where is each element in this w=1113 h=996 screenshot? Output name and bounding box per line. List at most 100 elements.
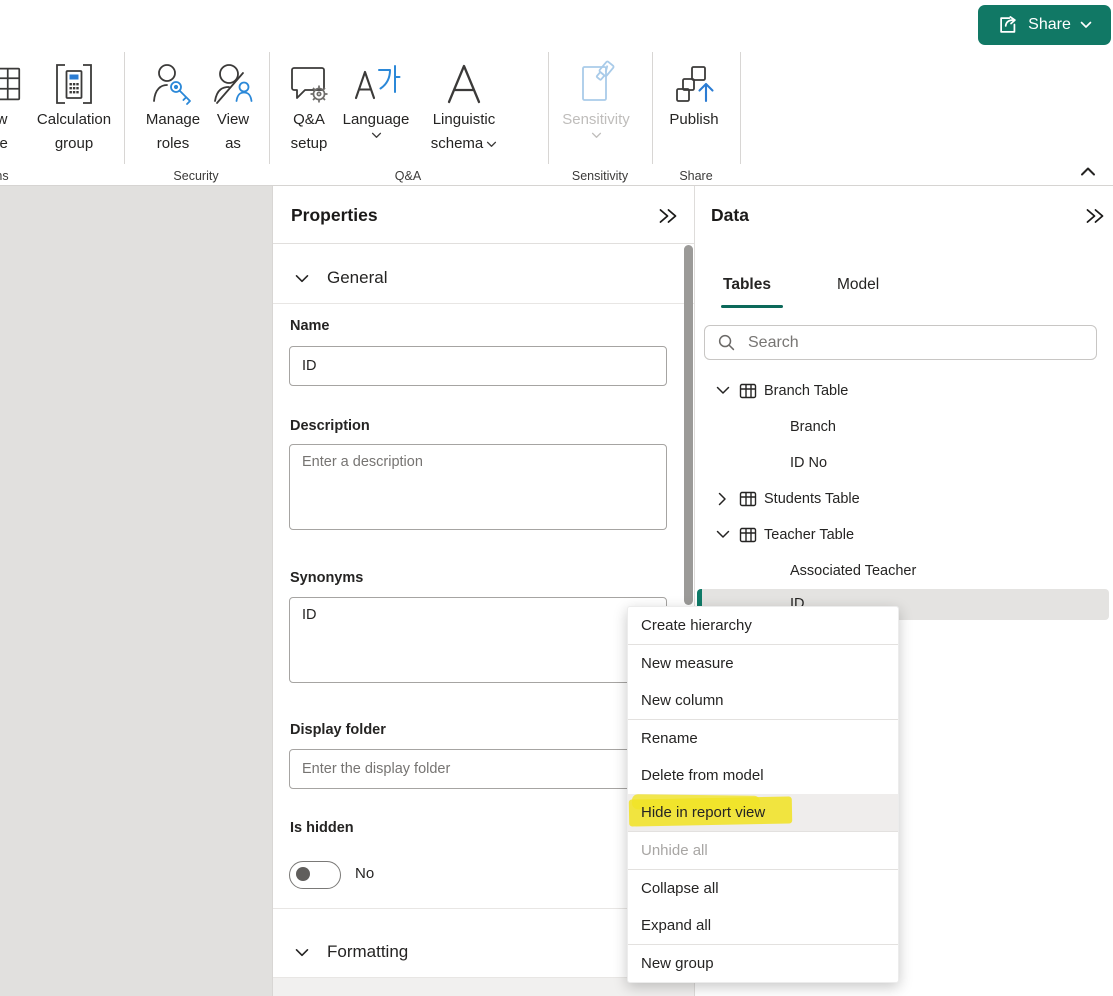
- ribbon-button-label: Q&A: [291, 108, 328, 132]
- menu-item-delete-from-model[interactable]: Delete from model: [628, 757, 898, 794]
- ribbon-button-linguistic-schema[interactable]: Linguistic schema: [416, 50, 512, 166]
- search-input[interactable]: [746, 333, 1096, 353]
- chevron-down-icon[interactable]: [716, 384, 730, 397]
- menu-item-label: Expand all: [641, 917, 711, 934]
- ribbon-button-view-as[interactable]: View as: [206, 50, 260, 166]
- is-hidden-toggle[interactable]: [289, 861, 341, 889]
- synonyms-field-label: Synonyms: [290, 570, 363, 586]
- table-icon: [739, 382, 757, 400]
- chevron-down-icon[interactable]: [716, 528, 730, 541]
- ribbon-group-divider: [652, 52, 653, 164]
- tree-item-id-no[interactable]: ID No: [695, 445, 1109, 481]
- ribbon-button-language[interactable]: Language: [340, 50, 412, 166]
- chevron-down-icon: [343, 132, 410, 139]
- name-field-label: Name: [290, 318, 330, 334]
- menu-item-expand-all[interactable]: Expand all: [628, 907, 898, 944]
- share-button[interactable]: Share: [978, 5, 1111, 45]
- collapse-panel-icon[interactable]: [657, 208, 679, 224]
- menu-item-label: New column: [641, 692, 724, 709]
- ribbon-button-publish[interactable]: Publish: [656, 50, 732, 166]
- section-header-label: Formatting: [327, 942, 408, 962]
- table-icon: [739, 526, 757, 544]
- menu-item-new-group[interactable]: New group: [628, 945, 898, 982]
- menu-item-label: Delete from model: [641, 767, 764, 784]
- menu-item-collapse-all[interactable]: Collapse all: [628, 870, 898, 907]
- description-field-label: Description: [290, 418, 370, 434]
- ribbon-group-label-sensitivity: Sensitivity: [548, 167, 652, 185]
- tree-item-label: Branch: [790, 409, 836, 445]
- tree-item-branch[interactable]: Branch: [695, 409, 1109, 445]
- display-folder-input[interactable]: [289, 749, 667, 789]
- properties-panel-title: Properties: [291, 205, 378, 226]
- menu-item-label: Collapse all: [641, 880, 719, 897]
- menu-item-label: Hide in report view: [641, 804, 765, 821]
- ribbon: Share w le: [0, 0, 1113, 186]
- ribbon-group-divider: [124, 52, 125, 164]
- manage-roles-icon: [149, 50, 197, 108]
- ribbon-button-qa-setup[interactable]: Q&A setup: [280, 50, 338, 166]
- share-button-label: Share: [1028, 16, 1071, 34]
- tree-item-label: Associated Teacher: [790, 553, 916, 589]
- tab-tables[interactable]: Tables: [723, 276, 771, 294]
- active-tab-underline: [721, 305, 783, 308]
- ribbon-button-manage-roles[interactable]: Manage roles: [140, 50, 206, 166]
- section-header-general[interactable]: General: [273, 256, 681, 300]
- tree-item-label: Branch Table: [764, 373, 848, 409]
- collapse-ribbon-icon[interactable]: [1080, 166, 1096, 177]
- ribbon-button-label: w: [0, 108, 8, 132]
- scrollbar-thumb[interactable]: [684, 245, 693, 605]
- tree-item-branch-table[interactable]: Branch Table: [695, 373, 1109, 409]
- chevron-right-icon[interactable]: [716, 492, 729, 506]
- table-icon: [0, 50, 25, 108]
- menu-item-create-hierarchy[interactable]: Create hierarchy: [628, 607, 898, 644]
- menu-item-label: Unhide all: [641, 842, 708, 859]
- ribbon-button-label: Manage: [146, 108, 200, 132]
- chevron-down-icon: [1080, 21, 1092, 29]
- ribbon-group-label-security: Security: [146, 167, 246, 185]
- share-icon: [997, 14, 1019, 36]
- publish-icon: [670, 50, 718, 108]
- synonyms-input[interactable]: ID: [289, 597, 667, 683]
- tree-item-label: Students Table: [764, 481, 860, 517]
- ribbon-group-divider: [740, 52, 741, 164]
- ribbon-button-label: Linguistic: [431, 108, 498, 132]
- menu-item-label: New group: [641, 955, 714, 972]
- section-header-label: General: [327, 268, 387, 288]
- ribbon-button-calculation-group[interactable]: Calculation group: [26, 50, 122, 166]
- menu-item-rename[interactable]: Rename: [628, 720, 898, 757]
- search-box[interactable]: [704, 325, 1097, 360]
- language-icon: [351, 50, 401, 108]
- ribbon-button-partial-table[interactable]: w le: [0, 50, 24, 166]
- tree-item-associated-teacher[interactable]: Associated Teacher: [695, 553, 1109, 589]
- ribbon-button-label: Publish: [669, 108, 718, 132]
- menu-item-label: Rename: [641, 730, 698, 747]
- tab-model[interactable]: Model: [837, 276, 879, 294]
- menu-item-unhide-all: Unhide all: [628, 832, 898, 869]
- menu-item-new-column[interactable]: New column: [628, 682, 898, 719]
- powerbi-window: Share w le: [0, 0, 1113, 996]
- tree-item-teacher-table[interactable]: Teacher Table: [695, 517, 1109, 553]
- ribbon-button-label: as: [217, 132, 249, 156]
- table-icon: [739, 490, 757, 508]
- display-folder-field-label: Display folder: [290, 722, 386, 738]
- data-panel-title: Data: [711, 205, 749, 226]
- description-input[interactable]: [289, 444, 667, 530]
- is-hidden-value: No: [355, 865, 374, 882]
- toggle-knob: [296, 867, 310, 881]
- tree-item-students-table[interactable]: Students Table: [695, 481, 1109, 517]
- ribbon-button-label: Sensitivity: [562, 108, 630, 132]
- menu-item-label: New measure: [641, 655, 734, 672]
- view-as-icon: [209, 50, 257, 108]
- name-input[interactable]: [289, 346, 667, 386]
- menu-item-hide-in-report-view[interactable]: Hide in report view: [628, 794, 898, 831]
- menu-item-new-measure[interactable]: New measure: [628, 645, 898, 682]
- tree-item-label: Teacher Table: [764, 517, 854, 553]
- sensitivity-icon: [572, 50, 620, 108]
- chevron-down-icon: [486, 141, 497, 148]
- linguistic-schema-icon: [440, 50, 488, 108]
- divider: [273, 303, 695, 304]
- ribbon-button-label: roles: [146, 132, 200, 156]
- collapse-panel-icon[interactable]: [1084, 208, 1106, 224]
- ribbon-group-label-qa: Q&A: [358, 167, 458, 185]
- section-header-formatting[interactable]: Formatting: [273, 930, 681, 974]
